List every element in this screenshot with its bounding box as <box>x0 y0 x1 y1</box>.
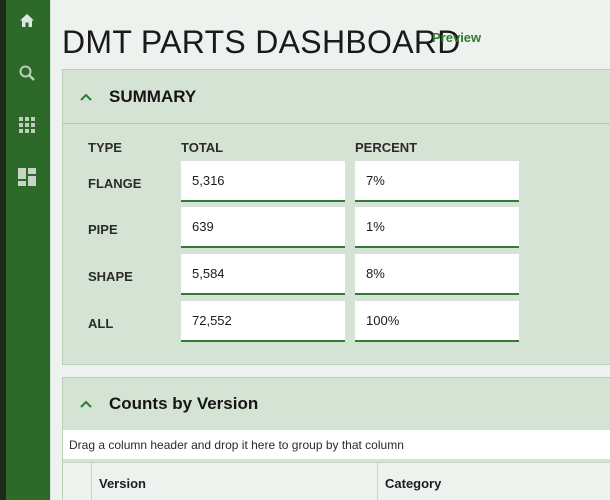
column-header-category[interactable]: Category <box>378 463 610 500</box>
total-field[interactable]: 72,552 <box>181 301 345 342</box>
preview-badge: Preview <box>432 30 482 45</box>
row-label: ALL <box>88 316 114 331</box>
search-icon <box>19 65 35 81</box>
search-nav-button[interactable] <box>12 58 42 88</box>
collapse-button[interactable] <box>63 70 109 123</box>
chevron-up-icon <box>80 400 92 408</box>
group-drop-area[interactable]: Drag a column header and drop it here to… <box>63 430 610 459</box>
column-header-percent: PERCENT <box>355 140 418 155</box>
total-field[interactable]: 639 <box>181 207 345 248</box>
counts-panel-header[interactable]: Counts by Version <box>63 378 610 430</box>
content-divider <box>50 0 51 500</box>
percent-field[interactable]: 8% <box>355 254 519 295</box>
sidebar <box>6 0 50 500</box>
counts-title: Counts by Version <box>109 394 259 413</box>
home-nav-button[interactable] <box>12 6 42 36</box>
summary-panel-header[interactable]: SUMMARY <box>63 70 610 124</box>
column-header-total: TOTAL <box>181 140 224 155</box>
row-label: PIPE <box>88 222 118 237</box>
column-header-version[interactable]: Version <box>92 463 378 500</box>
grid-header-row: Version Category <box>63 462 610 500</box>
page-title: DMT PARTS DASHBOARD <box>62 24 461 60</box>
total-field[interactable]: 5,584 <box>181 254 345 295</box>
chevron-up-icon <box>80 93 92 101</box>
dashboard-icon <box>18 168 36 186</box>
apps-nav-button[interactable] <box>12 110 42 140</box>
collapse-button[interactable] <box>63 378 109 430</box>
dashboard-nav-button[interactable] <box>12 162 42 192</box>
summary-title: SUMMARY <box>109 86 197 106</box>
row-label: SHAPE <box>88 269 133 284</box>
percent-field[interactable]: 100% <box>355 301 519 342</box>
row-select-header[interactable] <box>63 463 92 500</box>
total-field[interactable]: 5,316 <box>181 161 345 202</box>
column-header-type: TYPE <box>88 140 122 155</box>
counts-panel: Counts by Version Drag a column header a… <box>62 377 610 500</box>
apps-grid-icon <box>19 117 35 133</box>
percent-field[interactable]: 1% <box>355 207 519 248</box>
summary-panel: SUMMARY TYPE TOTAL PERCENT FLANGE 5,316 … <box>62 69 610 365</box>
row-label: FLANGE <box>88 176 142 191</box>
percent-field[interactable]: 7% <box>355 161 519 202</box>
home-icon <box>20 14 34 27</box>
